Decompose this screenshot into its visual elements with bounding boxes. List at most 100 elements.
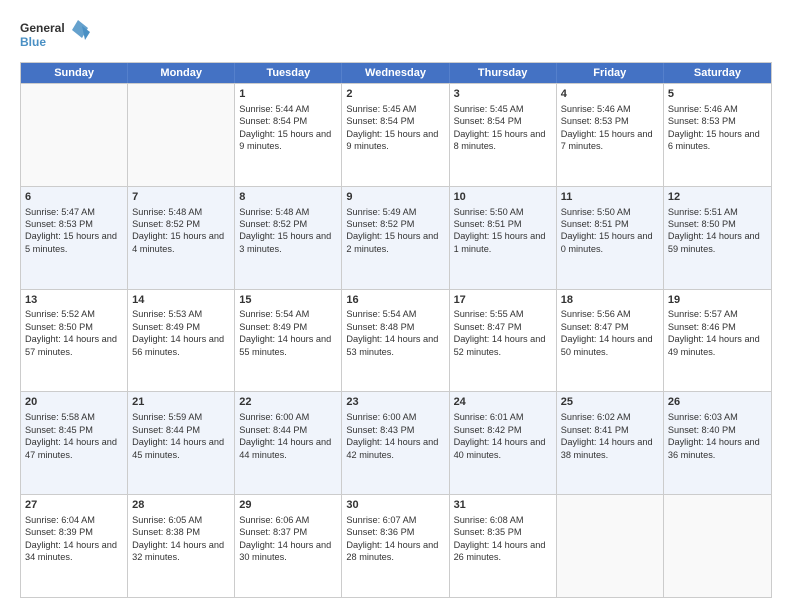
day-info: Sunrise: 5:44 AM [239,103,337,115]
day-info: Sunset: 8:42 PM [454,424,552,436]
calendar-cell [557,495,664,597]
calendar-cell: 18Sunrise: 5:56 AMSunset: 8:47 PMDayligh… [557,290,664,392]
day-info: Sunset: 8:53 PM [25,218,123,230]
day-info: Sunset: 8:39 PM [25,526,123,538]
day-info: Sunset: 8:54 PM [454,115,552,127]
day-info: Sunrise: 6:06 AM [239,514,337,526]
calendar-cell: 27Sunrise: 6:04 AMSunset: 8:39 PMDayligh… [21,495,128,597]
day-info: Sunset: 8:54 PM [346,115,444,127]
calendar-cell: 23Sunrise: 6:00 AMSunset: 8:43 PMDayligh… [342,392,449,494]
calendar-cell: 19Sunrise: 5:57 AMSunset: 8:46 PMDayligh… [664,290,771,392]
day-number: 31 [454,498,552,513]
day-number: 3 [454,87,552,102]
calendar-row-3: 13Sunrise: 5:52 AMSunset: 8:50 PMDayligh… [21,289,771,392]
day-info: Sunset: 8:46 PM [668,321,767,333]
calendar-cell: 14Sunrise: 5:53 AMSunset: 8:49 PMDayligh… [128,290,235,392]
day-info: Daylight: 14 hours and 36 minutes. [668,436,767,461]
day-info: Daylight: 15 hours and 3 minutes. [239,230,337,255]
day-info: Daylight: 15 hours and 5 minutes. [25,230,123,255]
day-info: Sunset: 8:49 PM [239,321,337,333]
day-info: Daylight: 14 hours and 57 minutes. [25,333,123,358]
day-number: 24 [454,395,552,410]
day-info: Sunrise: 5:46 AM [668,103,767,115]
day-info: Daylight: 14 hours and 26 minutes. [454,539,552,564]
day-number: 5 [668,87,767,102]
header-day-thursday: Thursday [450,63,557,83]
day-info: Sunset: 8:38 PM [132,526,230,538]
day-info: Sunrise: 6:08 AM [454,514,552,526]
calendar-cell [21,84,128,186]
calendar-row-1: 1Sunrise: 5:44 AMSunset: 8:54 PMDaylight… [21,83,771,186]
day-info: Sunset: 8:52 PM [346,218,444,230]
calendar-row-2: 6Sunrise: 5:47 AMSunset: 8:53 PMDaylight… [21,186,771,289]
calendar-cell [664,495,771,597]
day-info: Sunrise: 5:59 AM [132,411,230,423]
day-number: 30 [346,498,444,513]
day-info: Sunset: 8:44 PM [239,424,337,436]
day-info: Sunset: 8:51 PM [561,218,659,230]
day-info: Daylight: 14 hours and 52 minutes. [454,333,552,358]
day-info: Sunrise: 6:04 AM [25,514,123,526]
day-info: Sunset: 8:41 PM [561,424,659,436]
day-info: Sunset: 8:43 PM [346,424,444,436]
day-info: Daylight: 14 hours and 55 minutes. [239,333,337,358]
day-number: 8 [239,190,337,205]
day-number: 25 [561,395,659,410]
day-info: Sunrise: 5:53 AM [132,308,230,320]
day-info: Sunset: 8:36 PM [346,526,444,538]
day-info: Daylight: 15 hours and 0 minutes. [561,230,659,255]
calendar-cell: 6Sunrise: 5:47 AMSunset: 8:53 PMDaylight… [21,187,128,289]
day-number: 22 [239,395,337,410]
day-info: Sunset: 8:52 PM [239,218,337,230]
day-info: Daylight: 14 hours and 47 minutes. [25,436,123,461]
calendar-cell: 17Sunrise: 5:55 AMSunset: 8:47 PMDayligh… [450,290,557,392]
calendar-cell: 20Sunrise: 5:58 AMSunset: 8:45 PMDayligh… [21,392,128,494]
logo: General Blue [20,18,90,54]
day-number: 20 [25,395,123,410]
day-info: Daylight: 14 hours and 49 minutes. [668,333,767,358]
day-info: Sunset: 8:47 PM [561,321,659,333]
day-info: Sunrise: 5:54 AM [239,308,337,320]
day-info: Daylight: 14 hours and 38 minutes. [561,436,659,461]
day-info: Sunset: 8:49 PM [132,321,230,333]
svg-text:Blue: Blue [20,35,46,49]
day-info: Sunrise: 5:47 AM [25,206,123,218]
day-info: Sunrise: 5:45 AM [454,103,552,115]
calendar-cell: 9Sunrise: 5:49 AMSunset: 8:52 PMDaylight… [342,187,449,289]
calendar-cell: 24Sunrise: 6:01 AMSunset: 8:42 PMDayligh… [450,392,557,494]
day-info: Sunrise: 5:45 AM [346,103,444,115]
calendar-cell: 2Sunrise: 5:45 AMSunset: 8:54 PMDaylight… [342,84,449,186]
calendar-cell: 7Sunrise: 5:48 AMSunset: 8:52 PMDaylight… [128,187,235,289]
day-number: 1 [239,87,337,102]
day-info: Sunset: 8:47 PM [454,321,552,333]
day-info: Daylight: 15 hours and 1 minute. [454,230,552,255]
header-day-wednesday: Wednesday [342,63,449,83]
day-info: Daylight: 15 hours and 9 minutes. [346,128,444,153]
day-number: 21 [132,395,230,410]
day-info: Sunset: 8:52 PM [132,218,230,230]
calendar-cell: 12Sunrise: 5:51 AMSunset: 8:50 PMDayligh… [664,187,771,289]
day-info: Sunset: 8:37 PM [239,526,337,538]
calendar-cell: 5Sunrise: 5:46 AMSunset: 8:53 PMDaylight… [664,84,771,186]
day-info: Daylight: 15 hours and 2 minutes. [346,230,444,255]
calendar-cell: 15Sunrise: 5:54 AMSunset: 8:49 PMDayligh… [235,290,342,392]
calendar-cell: 13Sunrise: 5:52 AMSunset: 8:50 PMDayligh… [21,290,128,392]
day-info: Sunrise: 5:55 AM [454,308,552,320]
day-info: Sunrise: 5:52 AM [25,308,123,320]
day-number: 28 [132,498,230,513]
day-info: Daylight: 15 hours and 8 minutes. [454,128,552,153]
calendar-row-5: 27Sunrise: 6:04 AMSunset: 8:39 PMDayligh… [21,494,771,597]
day-info: Daylight: 14 hours and 53 minutes. [346,333,444,358]
page: General Blue SundayMondayTuesdayWednesda… [0,0,792,612]
calendar-cell: 8Sunrise: 5:48 AMSunset: 8:52 PMDaylight… [235,187,342,289]
day-info: Daylight: 14 hours and 32 minutes. [132,539,230,564]
day-info: Daylight: 15 hours and 4 minutes. [132,230,230,255]
day-info: Sunrise: 5:58 AM [25,411,123,423]
header-day-monday: Monday [128,63,235,83]
day-info: Sunrise: 5:50 AM [561,206,659,218]
day-number: 15 [239,293,337,308]
day-info: Sunset: 8:51 PM [454,218,552,230]
day-info: Daylight: 14 hours and 56 minutes. [132,333,230,358]
calendar-cell: 28Sunrise: 6:05 AMSunset: 8:38 PMDayligh… [128,495,235,597]
day-info: Sunrise: 6:00 AM [346,411,444,423]
